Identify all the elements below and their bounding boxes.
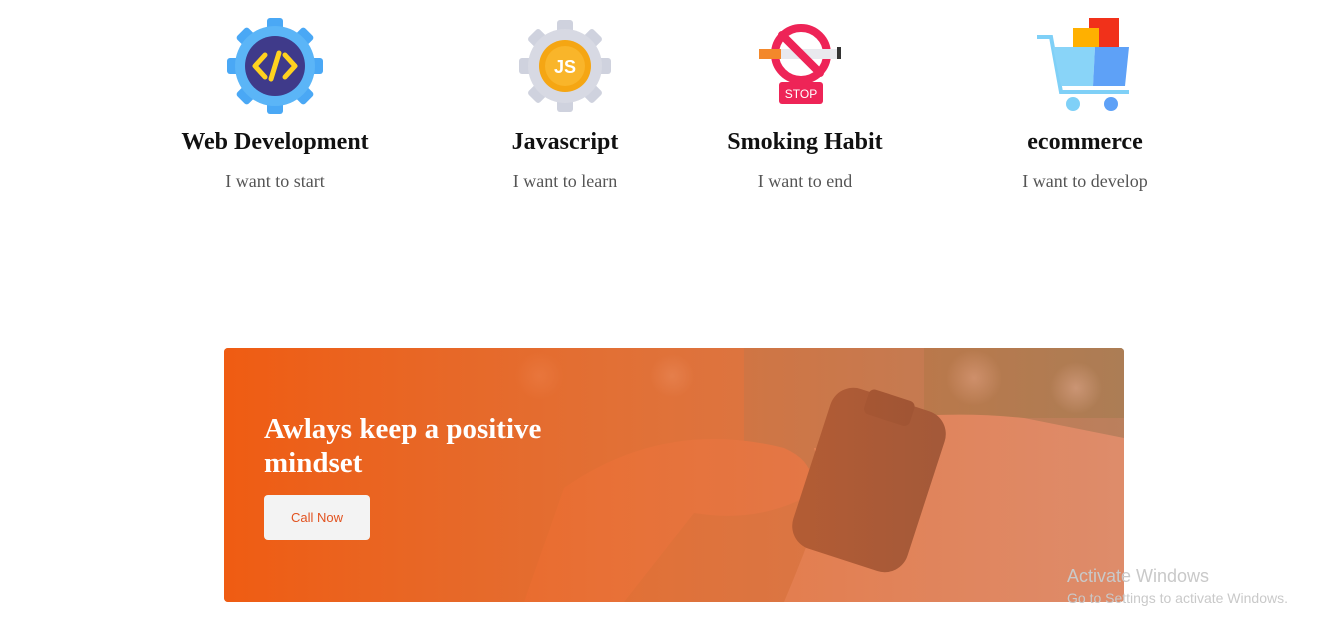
windows-activation-watermark: Activate Windows Go to Settings to activ… [1067, 565, 1288, 608]
feature-subtitle: I want to develop [1022, 171, 1148, 191]
feature-javascript: JS Javascript I want to learn [435, 18, 695, 192]
call-now-button[interactable]: Call Now [264, 495, 370, 540]
feature-subtitle: I want to end [757, 171, 853, 191]
promo-banner: Awlays keep a positive mindset Call Now [224, 348, 1124, 602]
svg-text:JS: JS [554, 57, 576, 77]
no-smoking-stop-icon: STOP [759, 24, 841, 104]
stop-sign-text: STOP [785, 87, 817, 101]
feature-title: Web Development [181, 129, 369, 155]
feature-subtitle: I want to learn [512, 171, 618, 191]
features-section: Web Development I want to start JS Javas… [0, 0, 1326, 220]
feature-title: ecommerce [1027, 129, 1143, 155]
banner-heading: Awlays keep a positive mindset [264, 413, 542, 479]
feature-title: Smoking Habit [727, 129, 883, 155]
feature-smoking-habit: STOP Smoking Habit I want to end [675, 18, 935, 192]
watermark-title: Activate Windows [1067, 566, 1210, 586]
feature-web-development: Web Development I want to start [145, 18, 405, 192]
feature-subtitle: I want to start [225, 171, 325, 191]
code-gear-icon [227, 18, 323, 114]
feature-title: Javascript [511, 129, 619, 155]
js-gear-icon: JS [519, 20, 611, 112]
watermark-subtitle: Go to Settings to activate Windows. [1067, 590, 1288, 606]
feature-ecommerce: ecommerce I want to develop [955, 18, 1215, 192]
shopping-cart-icon [1037, 18, 1129, 111]
